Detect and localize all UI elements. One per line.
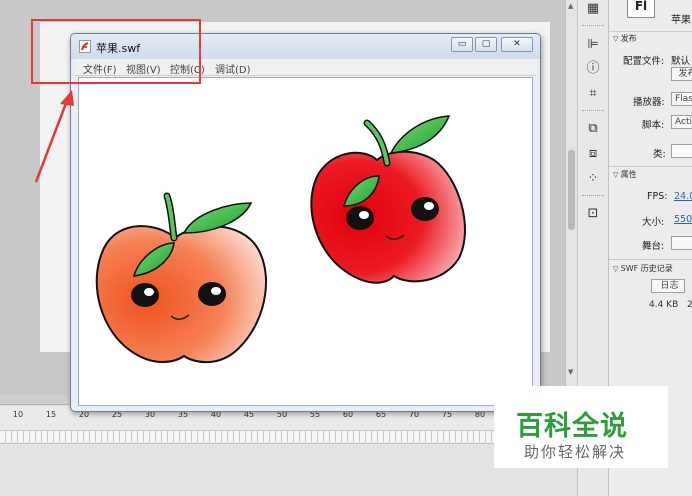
scroll-down-icon[interactable]: ▼ bbox=[568, 368, 573, 376]
grid-panel-icon[interactable]: ▦ bbox=[584, 0, 602, 18]
player-label: 播放器: bbox=[633, 97, 665, 108]
class-input[interactable] bbox=[671, 144, 692, 158]
code-snippets-icon[interactable]: ⧉ bbox=[584, 120, 602, 138]
swf-player-window[interactable]: 苹果.swf ▭ ▢ ✕ 文件(F) 视图(V) 控制(C) 调试(D) bbox=[70, 33, 541, 412]
script-label: 脚本: bbox=[642, 120, 665, 131]
ruler-tick-label: 15 bbox=[45, 410, 57, 419]
transform-icon[interactable]: ⌗ bbox=[584, 85, 602, 103]
fps-value[interactable]: 24.0 bbox=[674, 191, 692, 202]
restore-icon[interactable]: ▢ bbox=[475, 37, 497, 52]
document-name: 苹果 bbox=[671, 15, 691, 26]
swf-file-size: 4.4 KB bbox=[649, 300, 679, 310]
tool-divider bbox=[582, 110, 604, 111]
player-select[interactable]: Flash bbox=[671, 92, 692, 106]
red-apple bbox=[310, 115, 466, 284]
log-button[interactable]: 日志 bbox=[651, 279, 685, 293]
tool-divider bbox=[582, 195, 604, 196]
swf-history-section-header[interactable]: SWF 历史记录 bbox=[613, 263, 673, 274]
apples-illustration bbox=[95, 115, 466, 364]
attributes-section-header[interactable]: 属性 bbox=[613, 169, 637, 180]
scroll-up-icon[interactable]: ▲ bbox=[568, 2, 573, 10]
section-divider bbox=[609, 166, 692, 167]
motion-presets-icon[interactable]: ⁘ bbox=[584, 170, 602, 188]
menu-debug[interactable]: 调试(D) bbox=[215, 61, 251, 76]
section-divider bbox=[609, 31, 692, 32]
library-icon[interactable]: ⊡ bbox=[584, 205, 602, 223]
stage-vertical-scrollbar[interactable]: ▲ ▼ bbox=[565, 0, 577, 395]
scroll-thumb[interactable] bbox=[568, 150, 575, 230]
stage-color-swatch[interactable] bbox=[671, 236, 692, 250]
timeline-layers bbox=[0, 444, 580, 496]
timeline-frames[interactable] bbox=[0, 430, 580, 442]
watermark-subtitle: 助你轻松解决 bbox=[524, 443, 627, 461]
section-divider bbox=[609, 259, 692, 260]
orange-apple bbox=[95, 192, 267, 364]
size-value[interactable]: 550 bbox=[674, 214, 692, 225]
close-icon[interactable]: ✕ bbox=[501, 37, 533, 52]
align-panel-icon[interactable]: ⊫ bbox=[584, 36, 602, 54]
watermark-title: 百科全说 bbox=[516, 411, 628, 442]
info-icon[interactable]: ⓘ bbox=[584, 60, 602, 78]
publish-section-header[interactable]: 发布 bbox=[613, 33, 637, 44]
profile-value: 默认 bbox=[671, 56, 691, 67]
components-icon[interactable]: ⧈ bbox=[584, 145, 602, 163]
tool-divider bbox=[582, 25, 604, 26]
stage-label: 舞台: bbox=[642, 241, 665, 252]
highlight-box bbox=[31, 19, 201, 84]
publish-settings-button[interactable]: 发布 bbox=[671, 67, 692, 81]
swf-history-extra: 2 bbox=[687, 300, 692, 310]
minimize-icon[interactable]: ▭ bbox=[451, 37, 473, 52]
script-select[interactable]: Acti bbox=[671, 115, 692, 129]
profile-label: 配置文件: bbox=[623, 56, 665, 67]
size-label: 大小: bbox=[642, 217, 665, 228]
ruler-tick-label: 10 bbox=[12, 410, 24, 419]
class-label: 类: bbox=[653, 149, 666, 160]
watermark: 百科全说 助你轻松解决 bbox=[494, 386, 668, 468]
fps-label: FPS: bbox=[647, 191, 668, 202]
flash-logo-icon: Fl bbox=[627, 0, 655, 18]
swf-content-area[interactable] bbox=[78, 77, 533, 406]
